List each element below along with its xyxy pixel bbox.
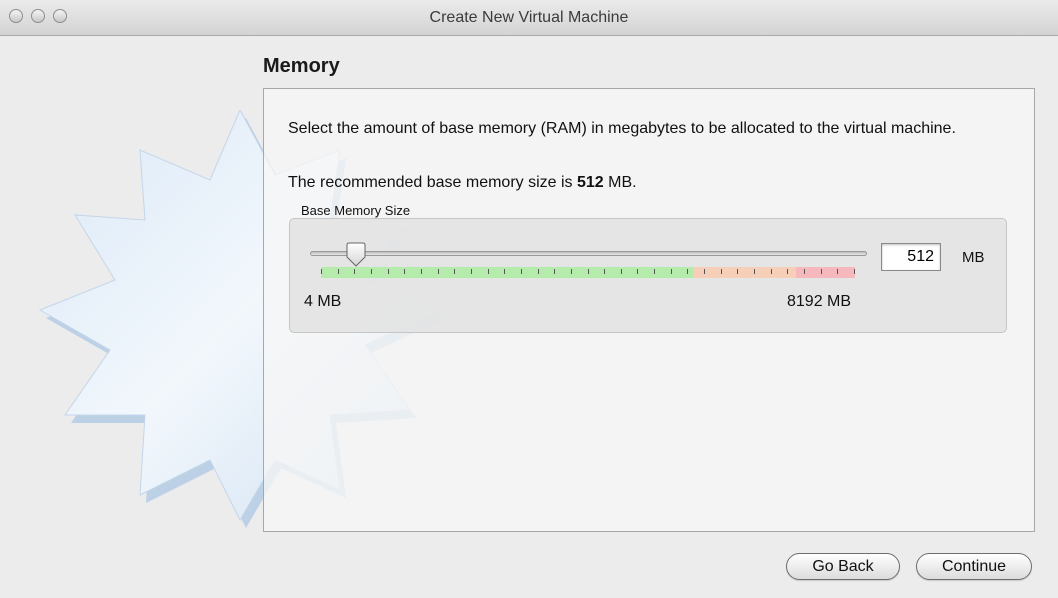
slider-tick bbox=[754, 269, 755, 274]
slider-tick bbox=[421, 269, 422, 274]
slider-tick bbox=[471, 269, 472, 274]
memory-description: Select the amount of base memory (RAM) i… bbox=[288, 120, 956, 137]
slider-tick bbox=[821, 269, 822, 274]
slider-tick bbox=[837, 269, 838, 274]
slider-tick bbox=[438, 269, 439, 274]
slider-tick bbox=[637, 269, 638, 274]
slider-tick bbox=[787, 269, 788, 274]
recommended-value: 512 bbox=[577, 174, 604, 191]
slider-tick bbox=[338, 269, 339, 274]
slider-tick bbox=[538, 269, 539, 274]
slider-tick bbox=[554, 269, 555, 274]
memory-max-label: 8192 MB bbox=[787, 293, 852, 310]
memory-min-label: 4 MB bbox=[304, 293, 342, 310]
slider-tick bbox=[687, 269, 688, 274]
slider-tick bbox=[504, 269, 505, 274]
slider-tick bbox=[804, 269, 805, 274]
page-title: Memory bbox=[263, 55, 340, 77]
window-title: Create New Virtual Machine bbox=[429, 9, 629, 26]
slider-tick bbox=[854, 269, 855, 274]
slider-tick bbox=[521, 269, 522, 274]
title-bar[interactable]: Create New Virtual Machine bbox=[0, 0, 1058, 36]
memory-slider-track[interactable] bbox=[310, 251, 867, 256]
slider-tick bbox=[704, 269, 705, 274]
slider-tick bbox=[388, 269, 389, 274]
base-memory-group-label: Base Memory Size bbox=[301, 203, 411, 218]
slider-tick bbox=[354, 269, 355, 274]
slider-tick bbox=[488, 269, 489, 274]
memory-size-input[interactable] bbox=[881, 243, 941, 271]
continue-button[interactable]: Continue bbox=[916, 553, 1032, 580]
recommended-prefix: The recommended base memory size is bbox=[288, 174, 577, 191]
slider-tick bbox=[771, 269, 772, 274]
slider-tick bbox=[671, 269, 672, 274]
slider-tick bbox=[721, 269, 722, 274]
recommended-memory-text: The recommended base memory size is 512 … bbox=[288, 174, 637, 192]
memory-slider-thumb[interactable] bbox=[345, 242, 367, 268]
slider-tick bbox=[621, 269, 622, 274]
slider-ticks bbox=[321, 267, 855, 278]
slider-tick bbox=[571, 269, 572, 274]
slider-tick bbox=[404, 269, 405, 274]
dialog-window: Create New Virtual Machine Memory Select… bbox=[0, 0, 1058, 598]
slider-tick bbox=[321, 269, 322, 274]
recommended-suffix: MB. bbox=[603, 174, 637, 191]
slider-tick bbox=[454, 269, 455, 274]
slider-tick bbox=[737, 269, 738, 274]
slider-tick bbox=[654, 269, 655, 274]
slider-tick bbox=[604, 269, 605, 274]
slider-tick bbox=[371, 269, 372, 274]
memory-unit-label: MB bbox=[962, 249, 985, 266]
go-back-button[interactable]: Go Back bbox=[786, 553, 900, 580]
slider-tick bbox=[588, 269, 589, 274]
